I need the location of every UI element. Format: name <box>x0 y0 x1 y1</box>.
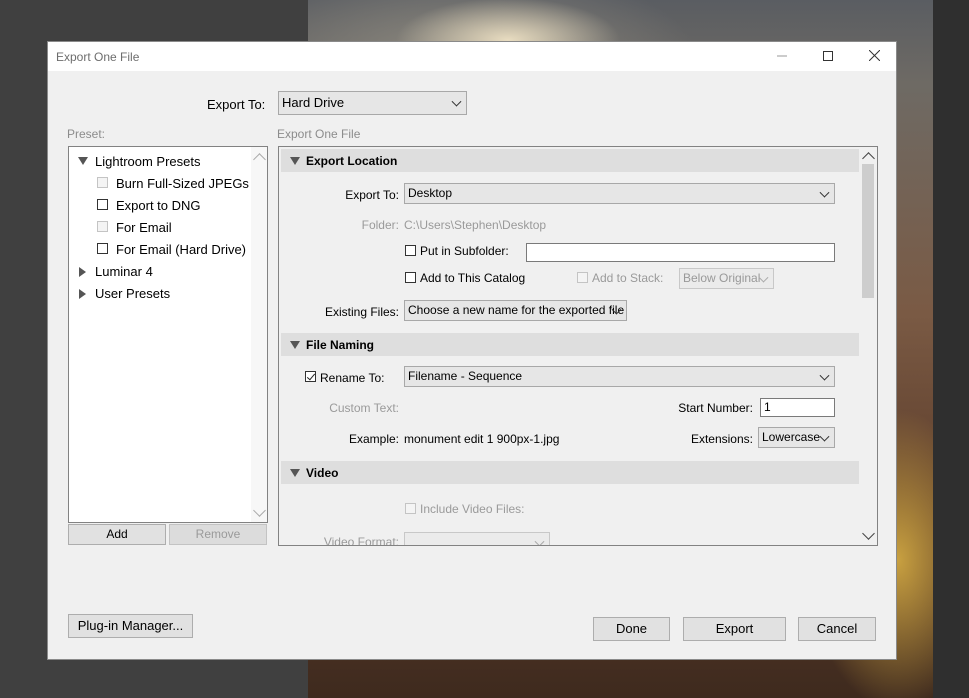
preset-item-label: Export to DNG <box>116 198 201 213</box>
add-to-catalog-label: Add to This Catalog <box>420 271 526 285</box>
rename-to-checkbox[interactable] <box>305 371 316 382</box>
stack-position-value: Below Original <box>683 271 761 285</box>
remove-preset-button[interactable]: Remove <box>169 524 267 545</box>
location-export-to-select[interactable]: Desktop <box>404 183 835 204</box>
maximize-icon[interactable] <box>805 42 851 71</box>
add-to-stack-checkbox <box>577 272 588 283</box>
preset-item[interactable]: Export to DNG <box>97 197 257 215</box>
example-label: Example: <box>348 432 399 446</box>
export-dialog: Export One File Export To: Hard Drive Pr… <box>47 41 897 660</box>
section-header-export-location[interactable]: Export Location <box>281 149 859 172</box>
custom-text-label: Custom Text: <box>329 401 399 415</box>
extensions-select[interactable]: Lowercase <box>758 427 835 448</box>
subfolder-input[interactable] <box>526 243 835 262</box>
scrollbar-thumb[interactable] <box>862 164 874 298</box>
preset-label: Preset: <box>67 127 106 141</box>
scroll-up-icon[interactable] <box>862 152 875 165</box>
export-to-value: Hard Drive <box>282 95 345 110</box>
preset-item[interactable]: For Email <box>97 219 257 237</box>
location-export-to-label: Export To: <box>345 188 399 202</box>
preset-item-label: Burn Full-Sized JPEGs <box>116 176 249 191</box>
done-button[interactable]: Done <box>593 617 670 641</box>
preset-item-label: For Email (Hard Drive) <box>116 242 247 257</box>
start-number-label: Start Number: <box>678 401 753 415</box>
scroll-down-icon[interactable] <box>862 527 875 540</box>
include-video-label: Include Video Files: <box>420 502 525 516</box>
expand-triangle-icon <box>290 341 300 349</box>
start-number-input[interactable]: 1 <box>760 398 835 417</box>
preset-item[interactable]: For Email (Hard Drive) <box>97 241 257 259</box>
settings-caption: Export One File <box>277 127 361 141</box>
folder-path: C:\Users\Stephen\Desktop <box>404 218 547 232</box>
folder-label: Folder: <box>361 218 399 232</box>
existing-files-select[interactable]: Choose a new name for the exported file <box>404 300 627 321</box>
settings-scrollbar[interactable] <box>859 147 877 545</box>
example-filename: monument edit 1 900px-1.jpg <box>404 432 560 446</box>
checkbox[interactable] <box>97 199 108 210</box>
export-to-select[interactable]: Hard Drive <box>278 91 467 115</box>
section-title: File Naming <box>306 338 375 352</box>
add-preset-button[interactable]: Add <box>68 524 166 545</box>
minimize-icon[interactable] <box>759 42 805 71</box>
subfolder-label: Put in Subfolder: <box>420 244 509 258</box>
stack-position-select: Below Original <box>679 268 774 289</box>
expand-triangle-icon <box>290 469 300 477</box>
preset-item-label: For Email <box>116 220 172 235</box>
add-to-stack-label: Add to Stack: <box>592 271 664 285</box>
section-header-file-naming[interactable]: File Naming <box>281 333 859 356</box>
checkbox <box>97 221 108 232</box>
subfolder-checkbox[interactable] <box>405 245 416 256</box>
location-export-to-value: Desktop <box>408 186 453 200</box>
section-title: Video <box>306 466 339 480</box>
expand-triangle-icon <box>78 157 88 165</box>
video-format-label: Video Format: <box>323 535 399 546</box>
chevron-down-icon <box>534 536 545 545</box>
existing-files-value: Choose a new name for the exported file <box>408 303 625 317</box>
preset-scrollbar[interactable] <box>251 147 267 522</box>
checkbox[interactable] <box>97 243 108 254</box>
preset-group-luminar[interactable]: Luminar 4 <box>79 263 199 281</box>
window-title: Export One File <box>56 50 140 64</box>
section-title: Export Location <box>306 154 398 168</box>
close-icon[interactable] <box>851 42 897 71</box>
cancel-button[interactable]: Cancel <box>798 617 876 641</box>
chevron-down-icon <box>819 187 830 198</box>
preset-item[interactable]: Burn Full-Sized JPEGs <box>97 175 257 193</box>
preset-group-user[interactable]: User Presets <box>79 285 199 303</box>
section-header-video[interactable]: Video <box>281 461 859 484</box>
chevron-down-icon <box>819 370 830 381</box>
rename-template-value: Filename - Sequence <box>408 369 523 383</box>
rename-template-select[interactable]: Filename - Sequence <box>404 366 835 387</box>
video-format-select <box>404 532 550 545</box>
settings-panel: Export Location Export To: Desktop Folde… <box>278 146 878 546</box>
collapse-triangle-icon <box>79 267 86 277</box>
expand-triangle-icon <box>290 157 300 165</box>
chevron-down-icon <box>819 431 830 442</box>
title-bar: Export One File <box>48 42 896 71</box>
export-to-label: Export To: <box>207 97 266 112</box>
plugin-manager-button[interactable]: Plug-in Manager... <box>68 614 193 638</box>
scroll-up-icon[interactable] <box>253 153 266 166</box>
desktop-background-right <box>933 0 969 698</box>
add-to-catalog-checkbox[interactable] <box>405 272 416 283</box>
rename-to-label: Rename To: <box>320 371 385 385</box>
checkbox <box>97 177 108 188</box>
start-number-value: 1 <box>764 400 771 414</box>
existing-files-label: Existing Files: <box>324 305 399 319</box>
chevron-down-icon <box>451 96 462 107</box>
preset-group-label: User Presets <box>95 286 171 301</box>
preset-panel: Lightroom Presets Burn Full-Sized JPEGs … <box>68 146 268 523</box>
scroll-down-icon[interactable] <box>253 504 266 517</box>
include-video-checkbox <box>405 503 416 514</box>
extensions-label: Extensions: <box>690 432 753 446</box>
preset-group-label: Lightroom Presets <box>95 154 201 169</box>
extensions-value: Lowercase <box>762 430 821 444</box>
preset-group-label: Luminar 4 <box>95 264 153 279</box>
export-button[interactable]: Export <box>683 617 786 641</box>
collapse-triangle-icon <box>79 289 86 299</box>
